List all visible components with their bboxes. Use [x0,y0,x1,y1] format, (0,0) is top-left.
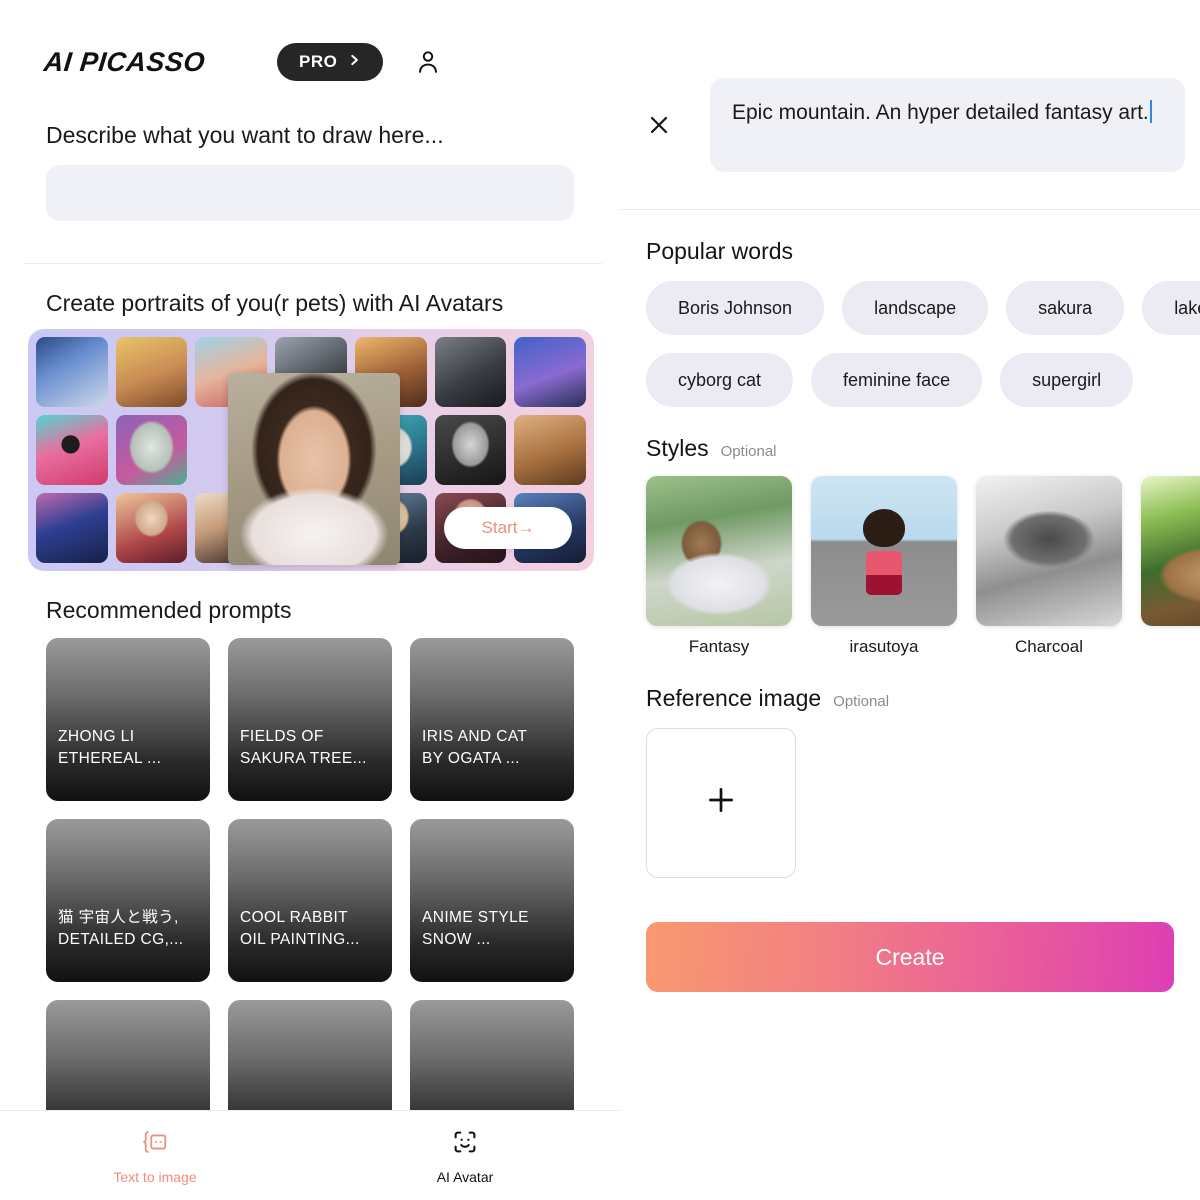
app-root: AI PICASSO PRO Describe what you want to… [0,0,1200,1200]
prompt-card-text: ANIME STYLE SNOW ... [422,909,529,948]
prompt-editor-row: Epic mountain. An hyper detailed fantasy… [620,0,1200,172]
prompt-card-text: COOL RABBIT OIL PAINTING... [240,909,360,948]
popular-words-chips: Boris Johnson landscape sakura lake cybo… [646,281,1200,407]
prompt-card-text: ZHONG LI ETHEREAL ... [58,728,162,767]
popular-word-chip[interactable]: supergirl [1000,353,1134,407]
popular-word-chip[interactable]: lake [1142,281,1200,335]
nav-label: AI Avatar [436,1168,494,1185]
prompt-card[interactable]: IRIS AND CAT BY OGATA ... [410,638,574,801]
left-divider-1 [24,263,602,264]
popular-words-title: Popular words [646,238,794,264]
styles-optional-label: Optional [720,443,777,460]
reference-image-upload[interactable] [646,728,796,878]
style-label: irasutoya [849,637,919,656]
collage-thumb [434,337,507,407]
style-thumbnail [976,476,1122,626]
describe-input[interactable] [46,165,574,221]
popular-words-header: Popular words [646,238,1200,265]
prompt-card[interactable]: ANIME STYLE SNOW ... [410,819,574,982]
prompt-card-text: 猫 宇宙人と戦う, DETAILED CG,... [58,909,184,948]
prompt-card-text: IRIS AND CAT BY OGATA ... [422,728,528,767]
avatar-start-button[interactable]: Start→ [444,507,572,549]
right-panel: Epic mountain. An hyper detailed fantasy… [620,0,1200,1200]
prompt-card[interactable]: ZHONG LI ETHEREAL ... [46,638,210,801]
style-thumbnail [646,476,792,626]
close-icon[interactable] [642,108,676,142]
nav-item-ai-avatar[interactable]: AI Avatar [310,1111,620,1200]
right-divider-1 [620,209,1200,210]
chevron-right-icon [347,53,361,71]
prompt-input[interactable]: Epic mountain. An hyper detailed fantasy… [710,78,1185,172]
pro-upgrade-button[interactable]: PRO [277,43,384,81]
bottom-navigation: Text to image AI Avatar [0,1110,620,1200]
popular-word-chip[interactable]: Boris Johnson [646,281,825,335]
style-thumbnail [811,476,957,626]
recommended-prompts-grid: ZHONG LI ETHEREAL ... FIELDS OF SAKURA T… [46,638,576,1163]
collage-thumb [434,415,507,485]
create-button[interactable]: Create [646,922,1174,992]
popular-word-chip[interactable]: feminine face [811,353,983,407]
prompt-card[interactable]: COOL RABBIT OIL PAINTING... [228,819,392,982]
style-label: Charcoal [1014,637,1084,656]
style-label: 3D [1141,637,1200,657]
style-thumbnail [1141,476,1200,626]
hero-portrait [228,373,400,565]
text-to-image-icon [140,1127,170,1162]
popular-word-chip[interactable]: landscape [842,281,989,335]
styles-list: Fantasy irasutoya Charcoal 3D [646,476,1200,657]
reference-optional-label: Optional [833,693,890,710]
collage-thumb [36,337,108,407]
app-logo: AI PICASSO [42,46,207,77]
style-option[interactable]: Charcoal [976,476,1122,657]
collage-thumb [115,493,188,563]
styles-title: Styles [646,435,709,461]
collage-thumb [115,415,188,485]
collage-thumb [115,337,188,407]
describe-title: Describe what you want to draw here... [46,122,444,148]
styles-header: Styles Optional [646,435,1200,462]
popular-word-chip[interactable]: cyborg cat [646,353,794,407]
recommended-prompts-title: Recommended prompts [46,597,292,623]
pro-label: PRO [299,52,338,71]
avatar-banner-title: Create portraits of you(r pets) with AI … [46,290,504,316]
text-cursor [1149,100,1152,123]
ai-avatar-banner[interactable]: Start→ [28,329,594,571]
style-label: Fantasy [688,637,750,656]
style-option[interactable]: 3D [1141,476,1200,657]
style-option[interactable]: Fantasy [646,476,792,657]
prompt-card[interactable]: 猫 宇宙人と戦う, DETAILED CG,... [46,819,210,982]
collage-thumb [36,415,108,485]
prompt-input-value: Epic mountain. An hyper detailed fantasy… [732,101,1149,124]
popular-word-chip[interactable]: sakura [1006,281,1125,335]
left-panel: AI PICASSO PRO Describe what you want to… [0,0,620,1200]
app-header: AI PICASSO PRO [0,0,620,86]
face-scan-icon [450,1127,480,1162]
reference-image-header: Reference image Optional [646,685,1200,712]
account-person-icon[interactable] [413,47,443,77]
nav-label: Text to image [113,1168,197,1185]
collage-thumb [36,493,108,563]
plus-icon [704,782,738,824]
prompt-card[interactable]: FIELDS OF SAKURA TREE... [228,638,392,801]
collage-thumb [514,337,586,407]
style-option[interactable]: irasutoya [811,476,957,657]
prompt-card-text: FIELDS OF SAKURA TREE... [240,728,367,767]
collage-thumb [514,415,586,485]
reference-image-title: Reference image [646,685,822,711]
nav-item-text-to-image[interactable]: Text to image [0,1111,310,1200]
